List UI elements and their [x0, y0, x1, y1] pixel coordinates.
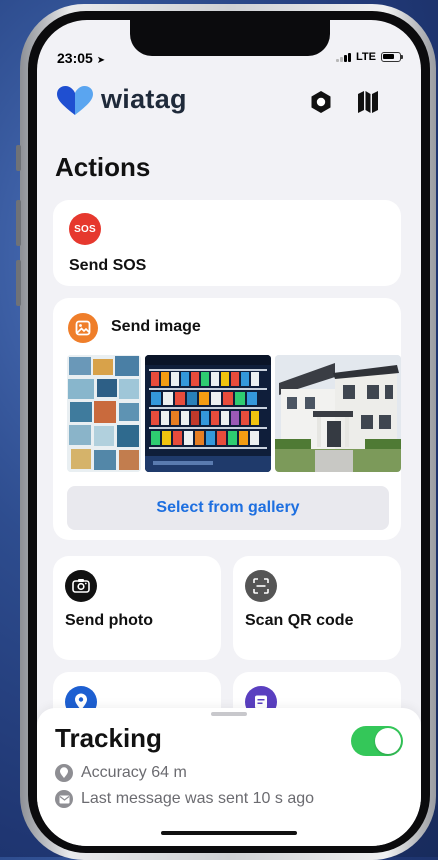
battery-icon [381, 52, 403, 62]
last-message-text: Last message was sent 10 s ago [81, 790, 315, 807]
scan-qr-code-label: Scan QR code [245, 612, 354, 629]
notch [130, 20, 330, 56]
send-image-label: Send image [111, 318, 201, 335]
accuracy-row: Accuracy 64 m [55, 764, 187, 782]
network-type: LTE [356, 51, 376, 63]
tracking-sheet: Tracking Accuracy 64 m Last message was … [37, 708, 421, 846]
tracking-toggle[interactable] [351, 726, 403, 756]
photo-collage-thumbnail[interactable] [67, 355, 141, 472]
send-sos-card[interactable]: SOS Send SOS [53, 200, 401, 286]
location-arrow-icon: ➤ [96, 55, 106, 66]
store-shelves-thumbnail[interactable] [145, 355, 271, 472]
scan-qr-code-card[interactable]: Scan QR code [233, 556, 401, 660]
send-sos-label: Send SOS [69, 257, 147, 274]
brand-name: wiatag [101, 84, 187, 114]
volume-down-button [16, 260, 21, 306]
envelope-icon [55, 790, 73, 808]
status-indicators: LTE [336, 51, 403, 63]
tracking-title: Tracking [55, 723, 162, 753]
qr-scan-icon [245, 570, 277, 602]
wiatag-logo-icon [55, 85, 95, 122]
camera-icon [65, 570, 97, 602]
send-photo-label: Send photo [65, 612, 153, 629]
home-indicator[interactable] [161, 831, 297, 835]
image-thumbnails [67, 355, 401, 472]
sheet-grabber-handle[interactable] [211, 712, 247, 716]
status-time: 23:05 ➤ [57, 50, 105, 66]
accuracy-pin-icon [55, 764, 73, 782]
accuracy-text: Accuracy 64 m [81, 764, 187, 781]
last-message-row: Last message was sent 10 s ago [55, 790, 314, 808]
map-icon[interactable] [357, 90, 379, 119]
app-header: wiatag [55, 84, 405, 120]
select-from-gallery-button[interactable]: Select from gallery [67, 486, 389, 530]
send-image-card: Send image Select from gallery [53, 298, 401, 540]
status-time-text: 23:05 [57, 50, 93, 66]
actions-title: Actions [55, 152, 151, 182]
phone-screen: 23:05 ➤ LTE wiatag Actions SOS Send SOS … [37, 20, 421, 846]
signal-icon [336, 52, 352, 62]
tracking-toggle-knob [375, 728, 401, 754]
house-thumbnail[interactable] [275, 355, 401, 472]
volume-up-button [16, 200, 21, 246]
send-photo-card[interactable]: Send photo [53, 556, 221, 660]
settings-icon[interactable] [309, 90, 333, 119]
silent-switch [16, 145, 21, 171]
image-icon [68, 313, 98, 343]
sos-icon: SOS [69, 213, 101, 245]
